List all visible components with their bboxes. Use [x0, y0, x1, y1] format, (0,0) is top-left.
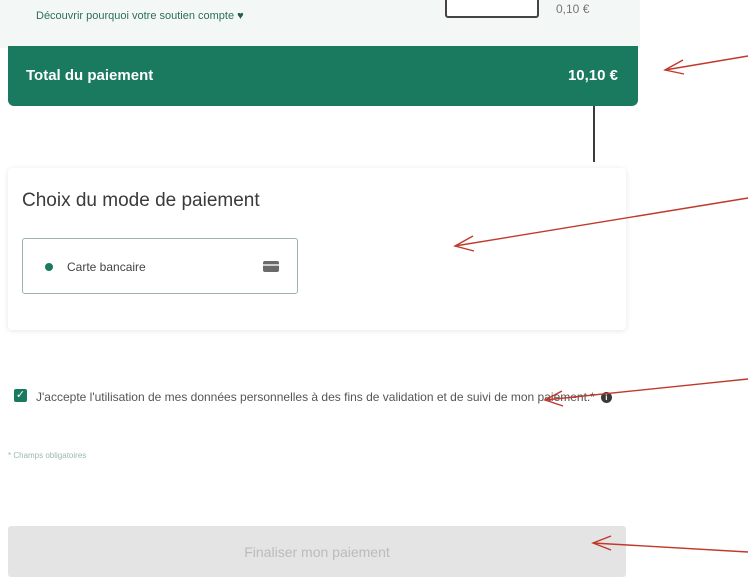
annotation-arrows — [453, 55, 749, 553]
annotation-arrow-method — [454, 197, 749, 247]
annotation-arrow-consent — [544, 378, 749, 401]
annotation-arrow-button — [592, 542, 749, 553]
